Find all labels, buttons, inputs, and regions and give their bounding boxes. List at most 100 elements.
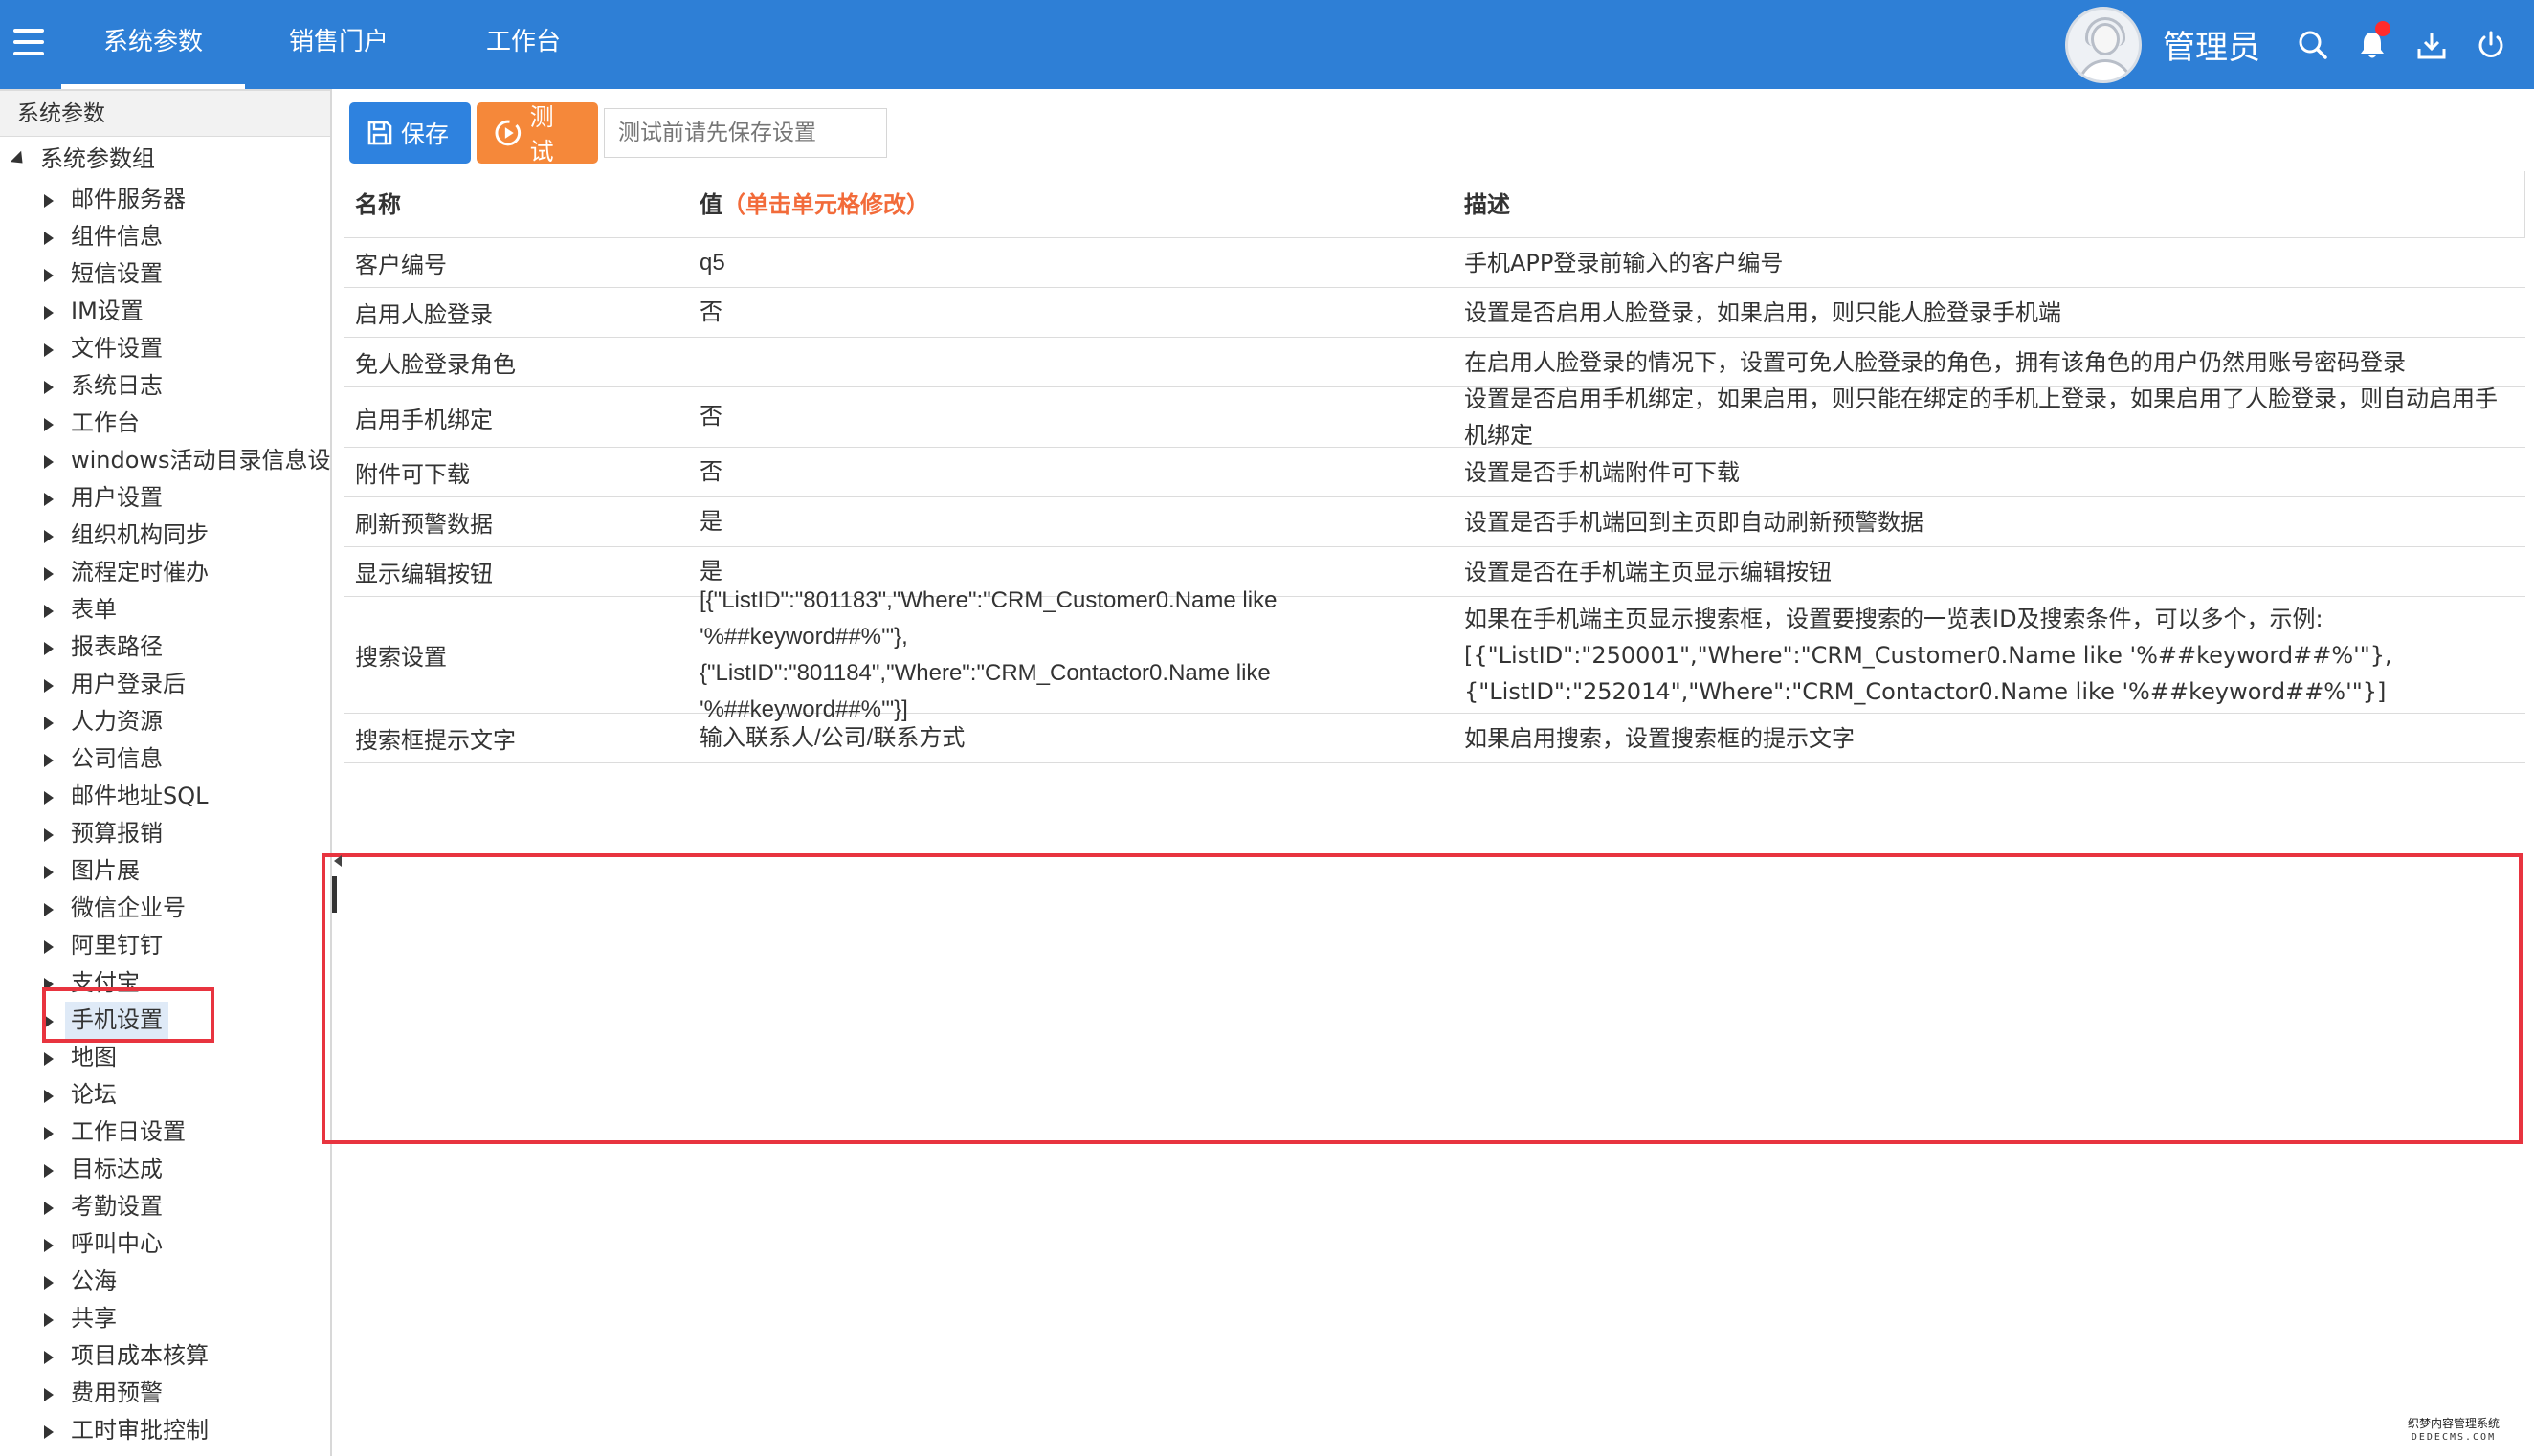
param-value[interactable]: 否 bbox=[700, 387, 1312, 447]
caret-right-icon[interactable] bbox=[44, 940, 54, 954]
sidebar-item[interactable]: 目标达成 bbox=[0, 1151, 330, 1188]
sidebar-item[interactable]: 邮件地址SQL bbox=[0, 778, 330, 815]
sidebar-item[interactable]: 流程定时催办 bbox=[0, 554, 330, 591]
caret-right-icon[interactable] bbox=[44, 194, 54, 208]
sidebar-item[interactable]: 工时审批控制 bbox=[0, 1412, 330, 1449]
sidebar-item[interactable]: 工作日设置 bbox=[0, 1114, 330, 1151]
caret-right-icon[interactable] bbox=[44, 381, 54, 394]
sidebar-item[interactable]: 邮件服务器 bbox=[0, 181, 330, 218]
tab-system-params[interactable]: 系统参数 bbox=[61, 0, 246, 89]
test-button[interactable]: 测试 bbox=[477, 102, 598, 165]
sidebar-item[interactable]: 微信企业号 bbox=[0, 890, 330, 927]
caret-right-icon[interactable] bbox=[44, 1052, 54, 1066]
caret-right-icon[interactable] bbox=[44, 754, 54, 767]
sidebar-item[interactable]: 系统日志 bbox=[0, 367, 330, 405]
table-row[interactable]: 刷新预警数据 是 设置是否手机端回到主页即自动刷新预警数据 bbox=[344, 497, 2525, 547]
caret-right-icon[interactable] bbox=[44, 530, 54, 543]
table-row[interactable]: 启用手机绑定 否 设置是否启用手机绑定，如果启用，则只能在绑定的手机上登录，如果启用… bbox=[344, 386, 2525, 449]
sidebar-item[interactable]: 用户登录后 bbox=[0, 666, 330, 703]
caret-right-icon[interactable] bbox=[44, 717, 54, 730]
caret-right-icon[interactable] bbox=[44, 903, 54, 916]
tree-root-label: 系统参数组 bbox=[40, 145, 155, 172]
caret-right-icon[interactable] bbox=[44, 1202, 54, 1215]
caret-right-icon[interactable] bbox=[44, 1164, 54, 1178]
param-value[interactable]: 否 bbox=[700, 448, 1312, 496]
caret-right-icon[interactable] bbox=[44, 493, 54, 506]
sidebar-item[interactable]: 呼叫中心 bbox=[0, 1225, 330, 1263]
caret-right-icon[interactable] bbox=[44, 1127, 54, 1140]
caret-right-icon[interactable] bbox=[44, 343, 54, 357]
caret-right-icon[interactable] bbox=[44, 679, 54, 693]
caret-right-icon[interactable] bbox=[44, 1313, 54, 1327]
caret-right-icon[interactable] bbox=[44, 1351, 54, 1364]
caret-right-icon[interactable] bbox=[44, 1388, 54, 1401]
test-label: 测试 bbox=[529, 103, 554, 165]
sidebar-item[interactable]: windows活动目录信息设置 bbox=[0, 442, 330, 479]
table-row[interactable]: 显示编辑按钮是设置是否在手机端主页显示编辑按钮 bbox=[344, 547, 2525, 597]
param-value[interactable]: [{"ListID":"801183","Where":"CRM_Custome… bbox=[700, 587, 1312, 722]
caret-right-icon[interactable] bbox=[44, 1090, 54, 1103]
sidebar-item[interactable]: 项目成本核算 bbox=[0, 1337, 330, 1375]
sidebar-item[interactable]: 费用预警 bbox=[0, 1375, 330, 1412]
caret-right-icon[interactable] bbox=[44, 642, 54, 655]
sidebar-item[interactable]: 用户设置 bbox=[0, 479, 330, 517]
username[interactable]: 管理员 bbox=[2163, 21, 2260, 68]
caret-right-icon[interactable] bbox=[44, 455, 54, 469]
power-icon[interactable] bbox=[2461, 0, 2521, 89]
sidebar-item[interactable]: IM设置 bbox=[0, 293, 330, 330]
caret-right-icon[interactable] bbox=[44, 866, 54, 879]
expand-arrow-icon[interactable] bbox=[10, 150, 29, 169]
table-row[interactable]: 客户编号 q5 手机APP登录前输入的客户编号 bbox=[344, 238, 2525, 288]
test-hint-input[interactable] bbox=[604, 108, 887, 158]
table-row[interactable]: 启用人脸登录 否 设置是否启用人脸登录，如果启用，则只能人脸登录手机端 bbox=[344, 288, 2525, 338]
tab-workbench[interactable]: 工作台 bbox=[431, 0, 603, 89]
caret-right-icon[interactable] bbox=[44, 418, 54, 431]
sidebar-item[interactable]: 地图 bbox=[0, 1039, 330, 1076]
sidebar-item[interactable]: 工作台 bbox=[0, 405, 330, 442]
sidebar-item[interactable]: 共享 bbox=[0, 1300, 330, 1337]
sidebar-item[interactable]: 公司信息 bbox=[0, 740, 330, 778]
search-icon[interactable] bbox=[2283, 0, 2343, 89]
caret-right-icon[interactable] bbox=[44, 1239, 54, 1252]
save-button[interactable]: 保存 bbox=[349, 102, 471, 164]
sidebar-item[interactable]: 图片展 bbox=[0, 852, 330, 890]
hamburger-menu-icon[interactable] bbox=[13, 25, 46, 63]
param-value[interactable] bbox=[700, 338, 1312, 386]
sidebar-item[interactable]: 组织机构同步 bbox=[0, 517, 330, 554]
param-value[interactable]: 是 bbox=[700, 497, 1312, 546]
sidebar-item[interactable]: 报表路径 bbox=[0, 629, 330, 666]
table-row[interactable]: 搜索设置 [{"ListID":"801183","Where":"CRM_Cus… bbox=[344, 587, 2525, 722]
caret-right-icon[interactable] bbox=[44, 1276, 54, 1290]
sidebar-item[interactable]: 表单 bbox=[0, 591, 330, 629]
caret-right-icon[interactable] bbox=[44, 232, 54, 245]
param-value[interactable]: q5 bbox=[700, 238, 1312, 287]
header-desc[interactable]: 描述 bbox=[1464, 171, 1510, 238]
sidebar-item[interactable]: 公海 bbox=[0, 1263, 330, 1300]
table-row[interactable]: 搜索框提示文字 输入联系人/公司/联系方式 如果启用搜索，设置搜索框的提示文字 bbox=[344, 714, 2525, 763]
sidebar-item[interactable]: 阿里钉钉 bbox=[0, 927, 330, 964]
download-icon[interactable] bbox=[2402, 0, 2461, 89]
header-value[interactable]: 值（单击单元格修改） bbox=[700, 171, 929, 238]
sidebar-item[interactable]: 文件设置 bbox=[0, 330, 330, 367]
caret-right-icon[interactable] bbox=[44, 1425, 54, 1439]
caret-right-icon[interactable] bbox=[44, 269, 54, 282]
avatar[interactable] bbox=[2065, 6, 2142, 83]
header-name[interactable]: 名称 bbox=[355, 171, 401, 238]
table-row[interactable]: 附件可下载 否 设置是否手机端附件可下载 bbox=[344, 448, 2525, 497]
caret-right-icon[interactable] bbox=[44, 605, 54, 618]
sidebar-item[interactable]: 论坛 bbox=[0, 1076, 330, 1114]
caret-right-icon[interactable] bbox=[44, 306, 54, 320]
sidebar-item[interactable]: 预算报销 bbox=[0, 815, 330, 852]
sidebar-item[interactable]: 组件信息 bbox=[0, 218, 330, 255]
tab-sales-portal[interactable]: 销售门户 bbox=[245, 0, 431, 89]
param-value[interactable]: 否 bbox=[700, 288, 1312, 337]
tree-root[interactable]: 系统参数组 bbox=[10, 141, 155, 177]
caret-right-icon[interactable] bbox=[44, 567, 54, 581]
sidebar-item[interactable]: 考勤设置 bbox=[0, 1188, 330, 1225]
param-value[interactable]: 输入联系人/公司/联系方式 bbox=[700, 714, 1312, 762]
sidebar-item[interactable]: 人力资源 bbox=[0, 703, 330, 740]
caret-right-icon[interactable] bbox=[44, 828, 54, 842]
caret-right-icon[interactable] bbox=[44, 791, 54, 805]
sidebar-item[interactable]: 短信设置 bbox=[0, 255, 330, 293]
bell-icon[interactable] bbox=[2343, 0, 2402, 89]
